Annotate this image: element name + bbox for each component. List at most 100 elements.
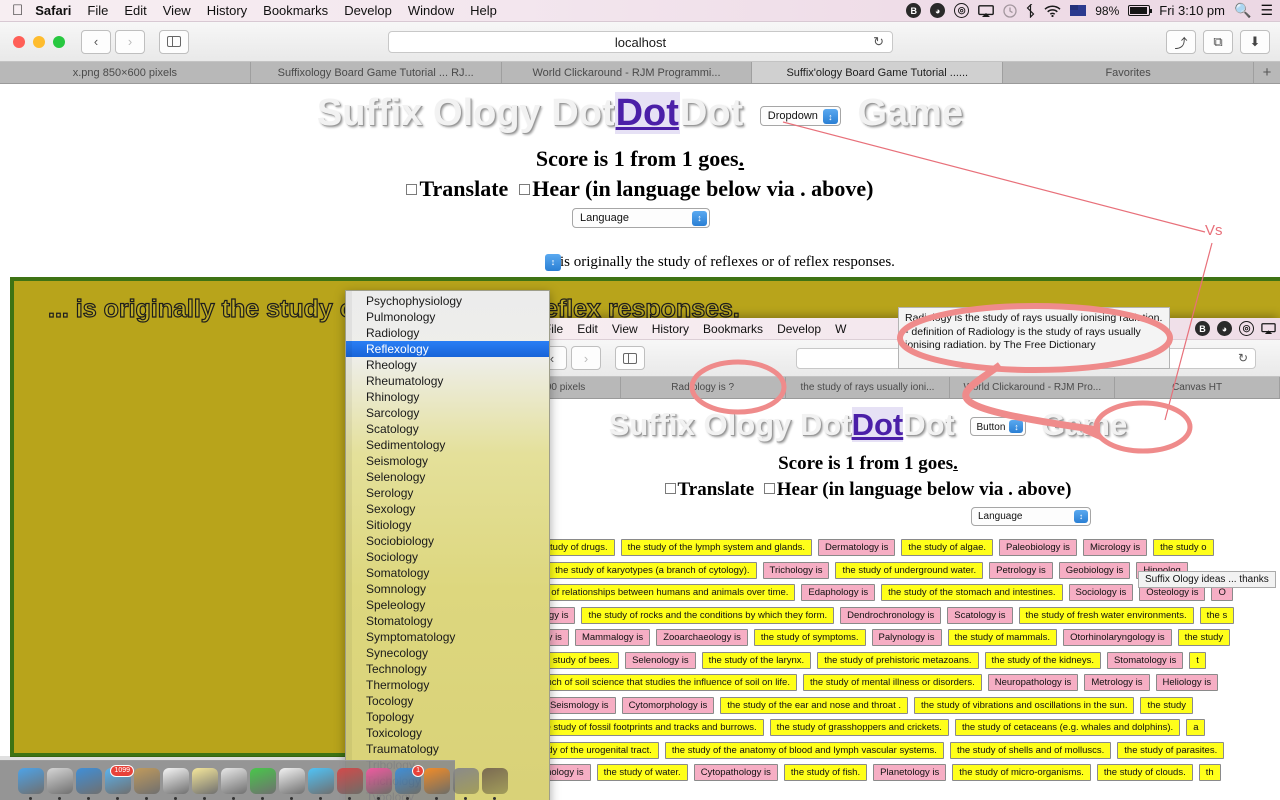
answer-button[interactable]: the study [1177, 629, 1231, 646]
inner-menu-history[interactable]: History [652, 322, 689, 336]
answer-button[interactable]: the study o [1153, 539, 1214, 556]
keynote-icon[interactable] [337, 767, 363, 800]
language-select[interactable]: Language ↕ [572, 208, 710, 228]
answer-button[interactable]: Dendrochronology is [840, 606, 942, 624]
answer-button[interactable]: Zooarchaeology is [656, 629, 748, 646]
answer-button[interactable]: t [1189, 651, 1206, 669]
dropdown-scrollbar[interactable] [346, 291, 352, 800]
answer-button[interactable]: th [1198, 764, 1221, 781]
answer-button[interactable]: the study of the anatomy of blood and ly… [664, 741, 944, 759]
answer-button[interactable]: the study of cetaceans (e.g. whales and … [954, 719, 1181, 736]
answer-button[interactable]: the study of shells and of molluscs. [949, 741, 1112, 759]
dropdown-option-selected[interactable]: Reflexology [346, 341, 549, 357]
dropdown-option[interactable]: Sociology [346, 549, 549, 565]
dropdown-option[interactable]: Radiology [346, 325, 549, 341]
inner-menu-window[interactable]: W [835, 322, 846, 336]
answer-button[interactable]: Cytopathology is [693, 764, 778, 781]
inner-button-select[interactable]: Button ↕ [969, 417, 1027, 436]
translate-checkbox[interactable] [406, 184, 418, 195]
sidebar-toggle-button[interactable] [159, 29, 189, 54]
answer-button[interactable]: the study of rocks and the conditions by… [581, 606, 835, 624]
answer-button[interactable]: Paleobiology is [999, 539, 1077, 556]
answer-button[interactable]: Trichology is [762, 561, 830, 579]
inner-menu-view[interactable]: View [612, 322, 638, 336]
dropdown-option[interactable]: Speleology [346, 597, 549, 613]
airplay-icon[interactable] [1261, 323, 1276, 334]
answer-button[interactable]: the s [1199, 606, 1235, 624]
dropdown-option[interactable]: Psychophysiology [346, 293, 549, 309]
launchpad-icon[interactable] [47, 767, 73, 800]
dropdown-option[interactable]: Pulmonology [346, 309, 549, 325]
dropdown-option[interactable]: Toxicology [346, 725, 549, 741]
menu-bookmarks[interactable]: Bookmarks [263, 3, 328, 18]
clock-app-icon[interactable]: ◕ [930, 3, 946, 18]
dropdown-option[interactable]: Tocology [346, 693, 549, 709]
back-button[interactable]: ‹ [81, 29, 111, 54]
answer-button[interactable]: the study of symptoms. [753, 629, 866, 646]
safari-icon[interactable] [76, 767, 102, 800]
downloads-button[interactable]: ⬇ [1240, 30, 1270, 54]
menu-window[interactable]: Window [408, 3, 454, 18]
dropdown-option[interactable]: Symptomatology [346, 629, 549, 645]
tab-0[interactable]: x.png 850×600 pixels [0, 62, 251, 83]
answer-button[interactable]: the study of micro-organisms. [952, 764, 1091, 781]
forward-button[interactable]: › [115, 29, 145, 54]
maximize-window-button[interactable] [53, 35, 65, 48]
dropdown-option[interactable]: Topology [346, 709, 549, 725]
minimize-window-button[interactable] [33, 35, 45, 48]
answer-button[interactable]: the study of the stomach and intestines. [881, 584, 1063, 601]
answer-button[interactable]: Metrology is [1084, 674, 1150, 691]
answer-button[interactable]: the study [1140, 696, 1194, 714]
tab-4[interactable]: Favorites [1003, 62, 1254, 83]
ology-select-chevron-icon[interactable]: ↕ [545, 254, 561, 271]
answer-button[interactable]: Sociology is [1068, 584, 1134, 601]
answer-button[interactable]: the study of fish. [783, 764, 868, 781]
menu-edit[interactable]: Edit [124, 3, 146, 18]
appstore-icon[interactable]: 1 [395, 764, 424, 800]
wifi-icon[interactable] [1044, 5, 1061, 17]
tab-3[interactable]: Suffix'ology Board Game Tutorial ...... [752, 62, 1004, 83]
preferences-icon[interactable] [453, 767, 479, 800]
answer-button[interactable]: Edaphology is [801, 584, 876, 601]
answer-button[interactable]: a [1186, 719, 1206, 736]
dropdown-option[interactable]: Rhinology [346, 389, 549, 405]
dropdown-option[interactable]: Scatology [346, 421, 549, 437]
answer-button[interactable]: the study of clouds. [1096, 764, 1193, 781]
other-icon[interactable] [482, 767, 508, 800]
messages-icon[interactable] [308, 767, 334, 800]
dropdown-option[interactable]: Technology [346, 661, 549, 677]
reminders-icon[interactable] [221, 767, 247, 800]
answer-button[interactable]: the study of underground water. [835, 561, 984, 579]
answer-button[interactable]: Cytomorphology is [621, 696, 715, 714]
answer-button[interactable]: Scatology is [947, 606, 1013, 624]
bitdefender-icon[interactable]: B [1195, 321, 1210, 336]
mail-icon[interactable]: 1099 [105, 764, 134, 800]
dropdown-option[interactable]: Serology [346, 485, 549, 501]
answer-button[interactable]: Palynology is [871, 629, 942, 646]
inner-forward-button[interactable]: › [571, 346, 601, 370]
inner-menu-develop[interactable]: Develop [777, 322, 821, 336]
answer-button[interactable]: a branch of soil science that studies th… [517, 674, 797, 691]
photos-icon[interactable] [279, 767, 305, 800]
answer-button[interactable]: the study of grasshoppers and crickets. [769, 719, 949, 736]
new-tab-button[interactable]: + [1254, 62, 1280, 83]
answer-button[interactable]: Heliology is [1155, 674, 1219, 691]
apple-menu-icon[interactable]:  [12, 3, 23, 18]
share-button[interactable]: ⤴ [1166, 30, 1196, 54]
answer-button[interactable]: the study of karyotypes (a branch of cyt… [548, 561, 757, 579]
inner-hear-checkbox[interactable] [763, 483, 775, 494]
dropdown-option[interactable]: Traumatology [346, 741, 549, 757]
dropdown-option[interactable]: Rheumatology [346, 373, 549, 389]
menu-file[interactable]: File [87, 3, 108, 18]
inner-tab-4[interactable]: Canvas HT [1115, 377, 1280, 398]
clock[interactable]: Fri 3:10 pm [1159, 3, 1225, 18]
dropdown-option[interactable]: Sociobiology [346, 533, 549, 549]
itunes-icon[interactable] [366, 767, 392, 800]
answer-button[interactable]: the study of water. [596, 764, 688, 781]
dropdown-option[interactable]: Sedimentology [346, 437, 549, 453]
answer-button[interactable]: Micrology is [1082, 539, 1148, 556]
answer-button[interactable]: Geobiology is [1058, 561, 1131, 579]
dropdown-option[interactable]: Stomatology [346, 613, 549, 629]
answer-button[interactable]: Neuropathology is [987, 674, 1079, 691]
bluetooth-icon[interactable] [1026, 3, 1035, 18]
